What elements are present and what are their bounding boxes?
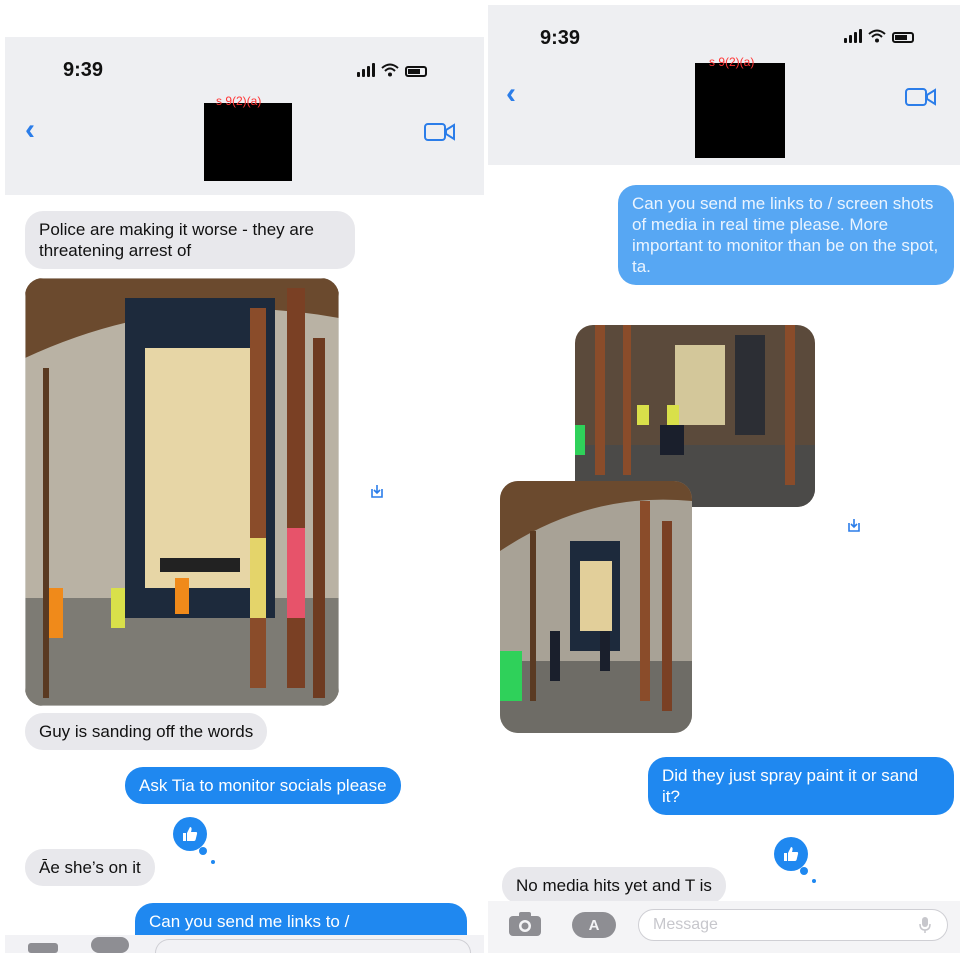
redacted-contact <box>695 63 785 158</box>
status-time: 9:39 <box>63 59 104 81</box>
outgoing-message[interactable]: Can you send me links to / screen shots … <box>618 185 954 285</box>
signal-icon <box>844 29 862 43</box>
tapback-tail <box>199 847 207 855</box>
museum-photo <box>500 481 692 733</box>
message-input[interactable]: Message <box>638 909 948 941</box>
left-screenshot: 9:39 ‹ s 9(2)(a) Police are making it wo… <box>5 37 484 953</box>
video-call-icon[interactable] <box>424 122 456 142</box>
tapback-tail-dot <box>211 860 215 864</box>
tapback-tail <box>800 867 808 875</box>
incoming-message[interactable]: Āe she’s on it <box>25 849 155 886</box>
app-store-icon[interactable]: A <box>572 912 616 938</box>
back-chevron-icon[interactable]: ‹ <box>25 113 35 147</box>
redacted-contact <box>204 103 292 181</box>
message-input[interactable] <box>155 939 471 953</box>
conversation-header: 9:39 ‹ s 9(2)(a) <box>5 37 484 195</box>
redaction-label: s 9(2)(a) <box>709 55 755 69</box>
incoming-message[interactable]: Guy is sanding off the words <box>25 713 268 750</box>
outgoing-message[interactable]: Ask Tia to monitor socials please <box>125 767 401 804</box>
photo-attachment[interactable] <box>500 481 692 733</box>
tapback-tail-dot <box>812 879 816 883</box>
video-call-icon[interactable] <box>905 87 937 107</box>
thumbs-up-icon[interactable] <box>774 837 808 871</box>
redaction-label: s 9(2)(a) <box>216 94 262 108</box>
status-icons <box>844 29 914 43</box>
right-screenshot: 9:39 ‹ s 9(2)(a) Can you send me links t… <box>488 5 960 953</box>
wifi-icon <box>381 63 399 77</box>
camera-icon[interactable] <box>508 911 542 937</box>
conversation-header: 9:39 ‹ s 9(2)(a) <box>488 5 960 165</box>
signal-icon <box>357 63 375 77</box>
app-store-icon[interactable] <box>91 937 129 953</box>
download-icon[interactable] <box>846 517 862 533</box>
outgoing-message[interactable]: Did they just spray paint it or sand it? <box>648 757 954 815</box>
incoming-message[interactable]: No media hits yet and T is <box>502 867 726 904</box>
photo-attachment[interactable] <box>575 325 815 507</box>
download-icon[interactable] <box>369 483 385 499</box>
photo-attachment[interactable] <box>25 278 339 706</box>
status-icons <box>357 63 427 77</box>
status-time: 9:39 <box>540 27 581 49</box>
museum-photo <box>25 278 339 706</box>
museum-photo <box>575 325 815 507</box>
incoming-message[interactable]: Police are making it worse - they are th… <box>25 211 355 269</box>
back-chevron-icon[interactable]: ‹ <box>506 77 516 111</box>
wifi-icon <box>868 29 886 43</box>
microphone-icon[interactable] <box>918 916 932 934</box>
battery-icon <box>405 66 427 77</box>
battery-icon <box>892 32 914 43</box>
thumbs-up-icon[interactable] <box>173 817 207 851</box>
camera-icon[interactable] <box>27 939 61 953</box>
